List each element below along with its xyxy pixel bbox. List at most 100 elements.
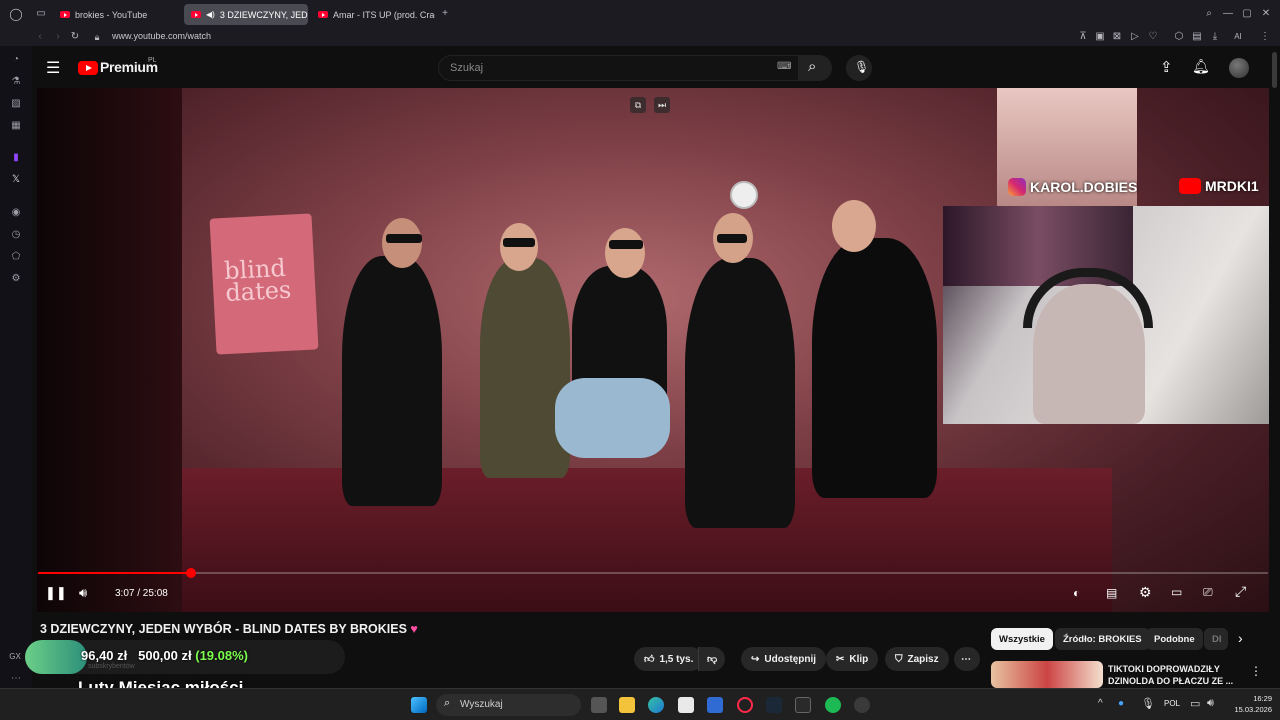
settings-icon[interactable]: ⚙ bbox=[9, 272, 23, 286]
file-explorer-icon[interactable] bbox=[619, 697, 635, 713]
share-button[interactable]: ↪ Udostępnij bbox=[741, 647, 827, 671]
bookmark-icon: ⛉ bbox=[895, 653, 903, 665]
snapshot-icon[interactable]: ▣ bbox=[1093, 30, 1107, 44]
tab-current-video[interactable]: ◀) 3 DZIEWCZYNY, JED bbox=[184, 4, 308, 25]
edge-icon[interactable] bbox=[648, 697, 664, 713]
player-icon[interactable]: ◉ bbox=[9, 206, 23, 220]
chip-source[interactable]: Źródło: BROKIES bbox=[1055, 628, 1150, 650]
maximize-icon[interactable]: ▢ bbox=[1240, 7, 1254, 21]
clock[interactable]: 16:29 15.03.2026 bbox=[1222, 693, 1272, 715]
heart-icon[interactable]: ♡ bbox=[1146, 30, 1160, 44]
chip-all[interactable]: Wszystkie bbox=[991, 628, 1053, 650]
avatar[interactable] bbox=[1229, 58, 1249, 78]
url-field[interactable]: www.youtube.com/watch bbox=[112, 31, 211, 41]
back-icon[interactable]: ‹ bbox=[33, 30, 47, 44]
recommended-menu-icon[interactable]: ⋮ bbox=[1250, 664, 1262, 678]
more-menu-icon[interactable]: ⋮ bbox=[1258, 30, 1272, 44]
notifications-bell-icon[interactable]: 🔔︎ bbox=[1192, 58, 1210, 75]
clip-button[interactable]: ✂ Klip bbox=[826, 647, 879, 671]
gx-control-icon[interactable]: ◔ bbox=[9, 53, 23, 67]
scrollbar-thumb[interactable] bbox=[1272, 52, 1277, 88]
download-icon[interactable]: ⤓ bbox=[1208, 30, 1222, 44]
minimize-icon[interactable]: — bbox=[1221, 7, 1235, 21]
tray-app-icon[interactable]: ● bbox=[1118, 698, 1124, 709]
chips-next-icon[interactable]: › bbox=[1238, 630, 1243, 646]
thumbs-up-icon: 👍︎ bbox=[644, 654, 655, 665]
save-button[interactable]: ⛉ Zapisz bbox=[885, 647, 949, 671]
blindfold bbox=[503, 238, 535, 247]
autoplay-toggle-icon[interactable]: ◐ bbox=[1073, 586, 1080, 600]
keyboard-icon[interactable]: ⌨ bbox=[777, 61, 791, 72]
like-button[interactable]: 👍︎ 1,5 tys. bbox=[634, 647, 704, 671]
reload-icon[interactable]: ↻ bbox=[68, 30, 82, 44]
adblock-icon[interactable]: ⊠ bbox=[1110, 30, 1124, 44]
voice-search-button[interactable]: 🎙︎ bbox=[846, 55, 872, 81]
opera-gx-icon[interactable] bbox=[737, 697, 753, 713]
language-indicator[interactable]: POL bbox=[1164, 699, 1180, 708]
subtitles-icon[interactable]: ▤ bbox=[1106, 586, 1117, 600]
gx-mods-icon[interactable]: ▦ bbox=[9, 119, 23, 133]
cast-icon[interactable]: ⎚ bbox=[1203, 585, 1213, 600]
close-window-icon[interactable]: ✕ bbox=[1259, 7, 1273, 21]
more-actions-button[interactable]: ⋯ bbox=[954, 647, 980, 671]
progress-bar[interactable] bbox=[38, 568, 1268, 578]
chip-similar[interactable]: Podobne bbox=[1146, 628, 1203, 650]
hamburger-menu-icon[interactable]: ☰ bbox=[46, 58, 60, 78]
upload-icon[interactable]: ⇪ bbox=[1160, 58, 1173, 76]
recommended-title[interactable]: TIKTOKI DOPROWADZIŁY DZINOLDA DO PŁACZU … bbox=[1108, 663, 1233, 687]
dislike-button[interactable]: 👎︎ bbox=[698, 647, 726, 671]
extensions-sidebar-icon[interactable]: ⬠ bbox=[9, 250, 23, 264]
tab-amar[interactable]: Amar - ITS UP (prod. Crac bbox=[311, 4, 435, 25]
tab-brokies[interactable]: brokies - YouTube bbox=[53, 4, 181, 25]
network-icon[interactable]: ▭ bbox=[1190, 697, 1200, 710]
task-view-icon[interactable] bbox=[591, 697, 607, 713]
tray-chevron-icon[interactable]: ^ bbox=[1098, 698, 1103, 709]
fullscreen-icon[interactable]: ⤢ bbox=[1235, 583, 1246, 600]
recommended-title-line1: TIKTOKI DOPROWADZIŁY bbox=[1108, 664, 1220, 674]
person-2-head bbox=[500, 223, 538, 271]
scissors-icon: ✂ bbox=[836, 653, 845, 665]
gx-label: GX bbox=[9, 652, 21, 661]
store-icon[interactable] bbox=[678, 697, 694, 713]
sound-icon[interactable]: 🔊︎ bbox=[1207, 697, 1214, 710]
sidebar-more-icon[interactable]: ⋯ bbox=[9, 672, 23, 686]
pause-icon[interactable]: ❚❚ bbox=[45, 585, 67, 601]
instagram-handle: KAROL.DOBIES bbox=[1030, 179, 1138, 195]
gx-corner-icon[interactable]: ▨ bbox=[9, 97, 23, 111]
mic-icon: 🎙︎ bbox=[854, 60, 870, 74]
epic-games-icon[interactable] bbox=[795, 697, 811, 713]
ai-button[interactable]: AI bbox=[1226, 30, 1250, 44]
taskbar-search[interactable]: ⌕ Wyszukaj bbox=[436, 694, 581, 716]
wallet-icon[interactable]: ▤ bbox=[1190, 30, 1204, 44]
theater-mode-icon[interactable]: ▭ bbox=[1171, 585, 1182, 599]
search-button[interactable]: ⌕ bbox=[798, 55, 832, 81]
recommended-thumbnail[interactable] bbox=[991, 661, 1103, 688]
windows-start-icon[interactable] bbox=[411, 697, 427, 713]
tab-menu-icon[interactable]: ▭ bbox=[34, 7, 48, 21]
x-twitter-icon[interactable]: 𝕏 bbox=[9, 173, 23, 187]
twitch-icon[interactable]: ▮ bbox=[9, 151, 23, 165]
settings-gear-icon[interactable]: ⚙ bbox=[1139, 584, 1152, 601]
obs-icon[interactable] bbox=[854, 697, 870, 713]
opera-logo-icon[interactable]: ◯ bbox=[9, 7, 23, 21]
history-icon[interactable]: ◷ bbox=[9, 228, 23, 242]
gx-cleaner-icon[interactable]: ⚗ bbox=[9, 75, 23, 89]
chip-more[interactable]: Dl bbox=[1204, 628, 1228, 650]
search-tabs-icon[interactable]: ⌕ bbox=[1202, 7, 1216, 21]
next-video-icon[interactable]: ⏭ bbox=[654, 97, 670, 113]
mail-icon[interactable] bbox=[707, 697, 723, 713]
new-tab-icon[interactable]: + bbox=[438, 7, 452, 21]
tray-mic-icon[interactable]: 🎙︎ bbox=[1141, 697, 1155, 710]
search-input[interactable]: Szukaj ⌨ bbox=[438, 55, 830, 81]
youtube-logo-icon[interactable] bbox=[78, 61, 98, 75]
play-icon[interactable]: ▷ bbox=[1128, 30, 1142, 44]
video-player[interactable]: blind dates ⧉ ⏭ KAROL.DOBIES MRDKI1 ❚❚ 🔊… bbox=[37, 88, 1269, 612]
pin-icon[interactable]: ⊼ bbox=[1076, 30, 1090, 44]
miniplayer-icon[interactable]: ⧉ bbox=[630, 97, 646, 113]
extensions-icon[interactable]: ⬡ bbox=[1172, 30, 1186, 44]
steam-icon[interactable] bbox=[766, 697, 782, 713]
forward-icon[interactable]: › bbox=[51, 30, 65, 44]
spotify-icon[interactable] bbox=[825, 697, 841, 713]
progress-scrubber[interactable] bbox=[185, 568, 196, 578]
volume-icon[interactable]: 🔊︎ bbox=[79, 585, 87, 601]
